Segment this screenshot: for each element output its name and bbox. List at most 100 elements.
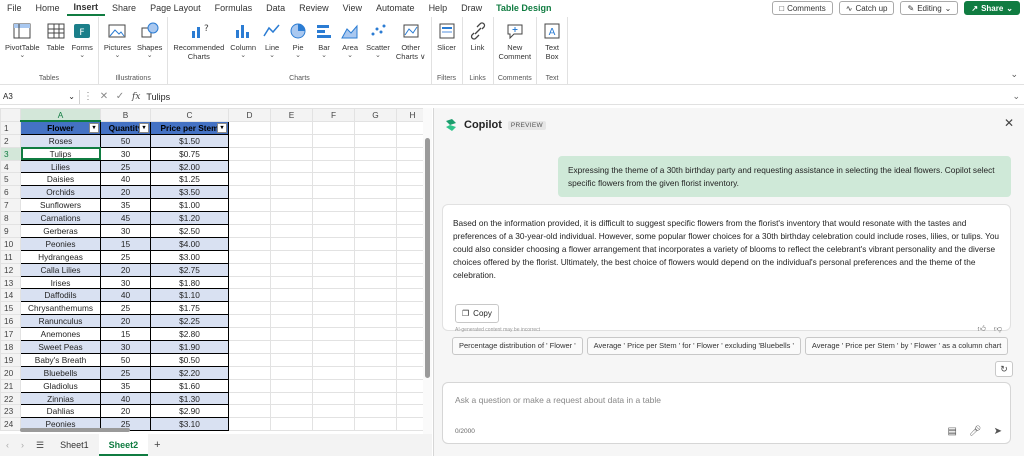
table-cell[interactable]: Tulips (20, 146, 101, 161)
table-cell[interactable]: 40 (100, 288, 151, 303)
empty-cell[interactable] (354, 365, 397, 380)
row-header[interactable]: 19 (0, 352, 21, 367)
table-cell[interactable]: Gladiolus (20, 378, 101, 393)
row-header[interactable]: 3 (0, 146, 21, 161)
table-cell[interactable]: 35 (100, 378, 151, 393)
empty-cell[interactable] (354, 159, 397, 174)
empty-cell[interactable] (354, 172, 397, 187)
scroll-thumb[interactable] (425, 138, 430, 378)
menu-draw[interactable]: Draw (454, 0, 489, 16)
table-cell[interactable]: 50 (100, 133, 151, 148)
empty-cell[interactable] (354, 211, 397, 226)
column-header-d[interactable]: D (228, 108, 271, 122)
empty-cell[interactable] (228, 249, 271, 264)
table-cell[interactable]: Sunflowers (20, 198, 101, 213)
table-cell[interactable]: $1.20 (150, 211, 229, 226)
collapse-ribbon-icon[interactable]: ⌄ (1010, 69, 1018, 80)
table-cell[interactable]: 30 (100, 275, 151, 290)
table-cell[interactable]: Calla Lilies (20, 262, 101, 277)
table-cell[interactable]: $1.90 (150, 340, 229, 354)
empty-cell[interactable] (312, 391, 355, 406)
empty-cell[interactable] (270, 288, 313, 303)
table-cell[interactable]: Ranunculus (20, 314, 101, 329)
table-cell[interactable]: 25 (100, 159, 151, 174)
empty-cell[interactable] (354, 262, 397, 277)
table-cell[interactable]: Daisies (20, 172, 101, 187)
table-cell[interactable]: 45 (100, 211, 151, 226)
empty-cell[interactable] (354, 185, 397, 200)
empty-cell[interactable] (312, 327, 355, 342)
table-cell[interactable]: $1.80 (150, 275, 229, 290)
menu-page-layout[interactable]: Page Layout (143, 0, 208, 16)
empty-cell[interactable] (354, 133, 397, 148)
empty-cell[interactable] (228, 365, 271, 380)
table-cell[interactable]: 25 (100, 249, 151, 264)
menu-file[interactable]: File (0, 0, 29, 16)
table-cell[interactable]: 50 (100, 352, 151, 367)
empty-cell[interactable] (312, 198, 355, 213)
empty-cell[interactable] (312, 352, 355, 367)
empty-cell[interactable] (312, 120, 355, 135)
empty-cell[interactable] (354, 404, 397, 419)
table-cell[interactable]: 15 (100, 327, 151, 342)
menu-insert[interactable]: Insert (66, 0, 106, 16)
check-icon[interactable]: ✓ (112, 91, 128, 102)
prompt-guide-icon[interactable]: ▤ (947, 426, 956, 437)
table-cell[interactable]: Hydrangeas (20, 249, 101, 264)
table-cell[interactable]: $3.00 (150, 249, 229, 264)
empty-cell[interactable] (228, 327, 271, 342)
empty-cell[interactable] (312, 146, 355, 161)
send-icon[interactable]: ➤ (994, 426, 1002, 437)
column-header-a[interactable]: A (20, 108, 101, 123)
row-header[interactable]: 8 (0, 211, 21, 226)
empty-cell[interactable] (228, 275, 271, 290)
table-cell[interactable]: 40 (100, 391, 151, 406)
row-header[interactable]: 11 (0, 249, 21, 264)
table-cell[interactable]: Anemones (20, 327, 101, 342)
column-header-e[interactable]: E (270, 108, 313, 122)
menu-share[interactable]: Share (105, 0, 143, 16)
formula-input[interactable]: Tulips (146, 92, 170, 102)
empty-cell[interactable] (354, 378, 397, 393)
column-header-c[interactable]: C (150, 108, 229, 122)
menu-formulas[interactable]: Formulas (208, 0, 260, 16)
empty-cell[interactable] (228, 236, 271, 251)
table-cell[interactable]: Daffodils (20, 288, 101, 303)
empty-cell[interactable] (270, 198, 313, 213)
menu-data[interactable]: Data (259, 0, 292, 16)
row-header[interactable]: 2 (0, 133, 21, 148)
empty-cell[interactable] (354, 327, 397, 342)
empty-cell[interactable] (228, 172, 271, 187)
empty-cell[interactable] (228, 262, 271, 277)
empty-cell[interactable] (270, 275, 313, 290)
row-header[interactable]: 20 (0, 365, 21, 380)
row-header[interactable]: 15 (0, 301, 21, 316)
table-cell[interactable]: $2.80 (150, 327, 229, 342)
empty-cell[interactable] (228, 211, 271, 226)
thumbs-down-icon[interactable]: 👎︎ (994, 322, 1002, 335)
empty-cell[interactable] (228, 352, 271, 367)
table-cell[interactable]: Zinnias (20, 391, 101, 406)
empty-cell[interactable] (354, 198, 397, 213)
add-sheet-button[interactable]: + (154, 439, 160, 451)
table-cell[interactable]: Chrysanthemums (20, 301, 101, 316)
table-cell[interactable]: $0.50 (150, 352, 229, 367)
empty-cell[interactable] (354, 146, 397, 161)
menu-review[interactable]: Review (292, 0, 336, 16)
table-cell[interactable]: $4.00 (150, 236, 229, 251)
table-cell[interactable]: 25 (100, 365, 151, 380)
empty-cell[interactable] (270, 146, 313, 161)
empty-cell[interactable] (270, 404, 313, 419)
table-cell[interactable]: $1.25 (150, 172, 229, 187)
copilot-input-box[interactable]: Ask a question or make a request about d… (442, 382, 1011, 444)
empty-cell[interactable] (228, 133, 271, 148)
empty-cell[interactable] (270, 365, 313, 380)
empty-cell[interactable] (312, 262, 355, 277)
all-sheets-icon[interactable]: ☰ (36, 440, 44, 451)
empty-cell[interactable] (312, 404, 355, 419)
menu-view[interactable]: View (336, 0, 369, 16)
refresh-suggestions-button[interactable]: ↻ (995, 361, 1013, 377)
empty-cell[interactable] (228, 224, 271, 238)
empty-cell[interactable] (228, 404, 271, 419)
empty-cell[interactable] (270, 301, 313, 316)
